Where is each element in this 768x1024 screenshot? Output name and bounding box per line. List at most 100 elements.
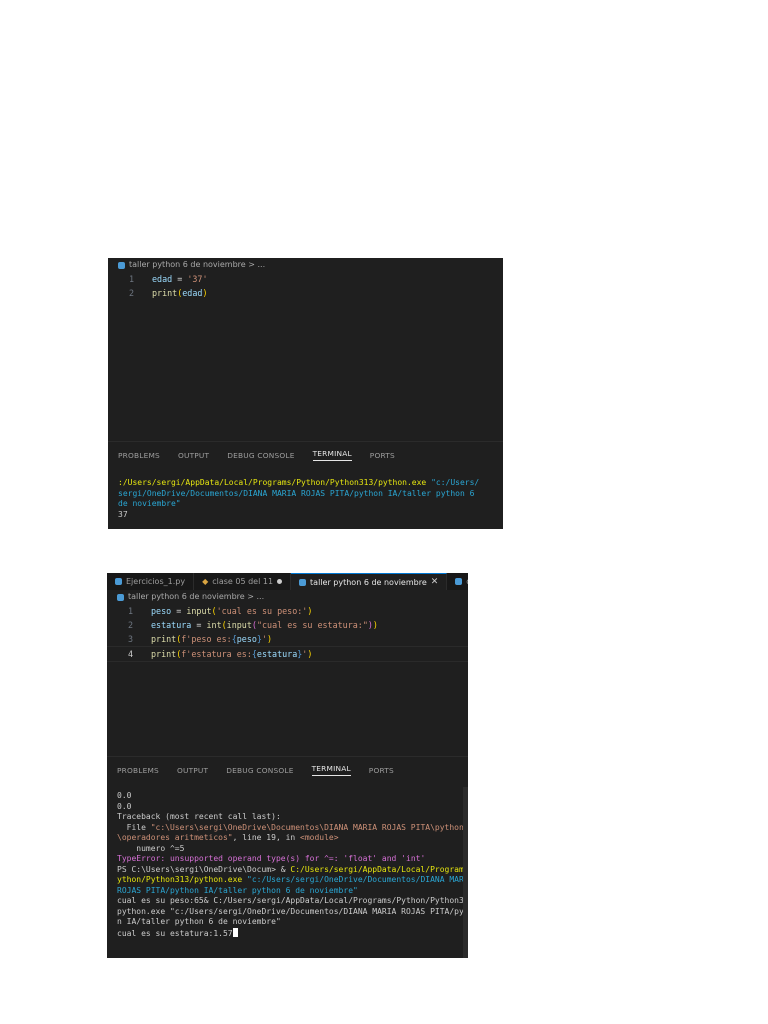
terminal-line: PS C:\Users\sergi\OneDrive\Docum> & C:/U…: [117, 865, 468, 876]
code-token: print: [151, 634, 177, 644]
panel-tabs: PROBLEMS OUTPUT DEBUG CONSOLE TERMINAL PORTS: [107, 757, 468, 783]
terminal-text: , line 19, in: [232, 833, 301, 842]
close-icon[interactable]: ✕: [431, 574, 439, 591]
editor-tab-label: taller python 6 de noviembre: [310, 577, 427, 587]
terminal-text: de noviembre": [118, 499, 181, 508]
bottom-panel: PROBLEMS OUTPUT DEBUG CONSOLE TERMINAL PORTS…: [107, 756, 468, 958]
terminal-text: python.exe "c:/Users/sergi/OneDrive/Docu…: [117, 906, 468, 916]
code-token: =: [172, 274, 188, 284]
panel-tab-terminal[interactable]: TERMINAL: [312, 449, 352, 461]
terminal-text: "c:/Users/: [431, 478, 480, 487]
terminal-text: ROJAS PITA/python IA/taller python 6 de …: [117, 885, 358, 895]
terminal-line: TypeError: unsupported operand type(s) f…: [117, 854, 468, 865]
terminal-text: PS C:\Users\sergi\OneDrive\Docum> &: [117, 864, 291, 874]
terminal-text: "c:/Users/sergi/OneDrive/Documentos/DIAN…: [247, 875, 468, 884]
line-number: 1: [128, 274, 134, 284]
breadcrumb-text: taller python 6 de noviembre > ...: [129, 260, 266, 269]
terminal-line: sergi/OneDrive/Documentos/DIANA MARIA RO…: [118, 489, 503, 500]
code-token: ): [307, 649, 313, 659]
terminal-text: cual es su peso:65& C:/Users/sergi/AppDa…: [117, 896, 468, 905]
code-token: =: [191, 620, 207, 630]
panel-tab-debug-console[interactable]: DEBUG CONSOLE: [227, 451, 294, 460]
line-number: 2: [127, 620, 133, 630]
vscode-screenshot-2: Ejercicios_1.py ◆ clase 05 del 11 taller py…: [107, 573, 468, 958]
code-token: estatura: [151, 620, 192, 630]
terminal-line: File "c:\Users\sergi\OneDrive\Documentos…: [117, 823, 468, 834]
terminal-text: Traceback (most recent call last):: [117, 812, 281, 821]
code-token: 'cual es su peso:': [216, 606, 308, 616]
code-token: f'peso es:: [181, 634, 232, 644]
code-line[interactable]: 2 estatura = int(input("cual es su estatu…: [107, 618, 468, 632]
terminal-line: cual es su peso:65& C:/Users/sergi/AppDa…: [117, 896, 468, 907]
line-number: 1: [127, 606, 133, 616]
panel-tab-ports[interactable]: PORTS: [370, 451, 395, 460]
panel-tab-problems[interactable]: PROBLEMS: [117, 766, 159, 775]
code-token: =: [171, 606, 187, 616]
terminal-line: 0.0: [117, 791, 468, 802]
terminal-line: cual es su estatura:1.57: [117, 927, 468, 939]
terminal-text: : unsupported operand type(s) for ^=: 'f…: [160, 854, 426, 863]
python-file-icon: [117, 593, 124, 601]
python-file-icon: [299, 578, 307, 586]
terminal-text: :/Users/sergi/AppData/Local/Programs/Pyt…: [118, 478, 432, 487]
terminal-line: de noviembre": [118, 499, 503, 510]
terminal-line: numero ^=5: [117, 844, 468, 855]
terminal-line: python.exe "c:/Users/sergi/OneDrive/Docu…: [117, 907, 468, 918]
editor-tab[interactable]: taller python 6 de noviembre ✕: [291, 573, 448, 591]
code-token: peso: [236, 634, 257, 644]
breadcrumb[interactable]: taller python 6 de noviembre > ...: [108, 258, 503, 272]
code-token: "cual es su estatura:": [256, 620, 368, 630]
panel-tab-debug-console[interactable]: DEBUG CONSOLE: [226, 766, 293, 775]
code-line[interactable]: 3 print(f'peso es:{peso} '): [107, 632, 468, 646]
panel-tab-output[interactable]: OUTPUT: [178, 451, 209, 460]
panel-tab-output[interactable]: OUTPUT: [177, 766, 208, 775]
terminal-scrollbar[interactable]: [463, 787, 468, 958]
terminal-text: TypeError: [117, 854, 161, 863]
terminal-line: 0.0: [117, 802, 468, 813]
code-token: print: [152, 288, 178, 298]
code-line[interactable]: 1 edad = '37': [108, 272, 503, 286]
bottom-panel: PROBLEMS OUTPUT DEBUG CONSOLE TERMINAL PORTS…: [108, 441, 503, 529]
breadcrumb-text: taller python 6 de noviembre > ...: [128, 592, 265, 601]
panel-tab-ports[interactable]: PORTS: [369, 766, 394, 775]
editor-tab[interactable]: Ejercicios_1.py: [107, 573, 195, 590]
vscode-screenshot-1: taller python 6 de noviembre > ... 1 edad…: [108, 258, 503, 529]
terminal-text: <module>: [300, 833, 339, 842]
terminal-text: 0.0: [117, 791, 132, 800]
code-token: edad: [152, 274, 173, 284]
terminal-text: numero ^=5: [117, 843, 185, 853]
terminal-text: 0.0: [117, 801, 132, 811]
python-file-icon: [455, 578, 463, 585]
line-number: 2: [128, 288, 134, 298]
terminal-text: "c:\Users\sergi\OneDrive\Documentos\DIAN…: [150, 822, 468, 832]
terminal-text: File: [117, 822, 151, 832]
code-token: int: [206, 620, 222, 630]
code-line[interactable]: 4 print(f'estatura es:{estatura} '): [107, 646, 468, 662]
panel-tabs: PROBLEMS OUTPUT DEBUG CONSOLE TERMINAL PORTS: [108, 442, 503, 468]
code-token: ): [202, 288, 208, 298]
editor-tab[interactable]: ◆ clase 05 del 11: [194, 573, 292, 590]
terminal-text: cual es su estatura:1.57: [117, 928, 233, 938]
editor-tab-label: clase 05 del 11: [212, 577, 274, 586]
editor-tab[interactable]: op: [447, 573, 468, 590]
code-token: input: [226, 620, 252, 630]
code-line[interactable]: 2 print(edad): [108, 286, 503, 300]
panel-tab-terminal[interactable]: TERMINAL: [311, 764, 351, 776]
code-line[interactable]: 1 peso = input('cual es su peso:'): [107, 604, 468, 618]
terminal-cursor: [232, 927, 238, 937]
code-token: peso: [151, 606, 172, 616]
terminal-output[interactable]: 0.0 0.0 Traceback (most recent call last):…: [107, 783, 468, 938]
code-token: f'estatura es:: [181, 649, 252, 659]
breadcrumb[interactable]: taller python 6 de noviembre > ...: [107, 590, 468, 604]
code-editor[interactable]: 1 edad = '37' 2 print(edad): [108, 272, 503, 300]
terminal-line: n IA/taller python 6 de noviembre": [117, 917, 468, 928]
terminal-line: \operadores aritmeticos", line 19, in <m…: [117, 833, 468, 844]
python-file-icon: [115, 578, 122, 585]
code-token: ): [372, 620, 378, 630]
terminal-output[interactable]: :/Users/sergi/AppData/Local/Programs/Pyt…: [108, 468, 503, 520]
terminal-text: 37: [118, 509, 128, 519]
panel-tab-problems[interactable]: PROBLEMS: [118, 451, 160, 460]
code-token: '37': [187, 274, 208, 284]
code-editor[interactable]: 1 peso = input('cual es su peso:') 2 estatu…: [107, 604, 468, 662]
line-number: 4: [127, 649, 133, 659]
